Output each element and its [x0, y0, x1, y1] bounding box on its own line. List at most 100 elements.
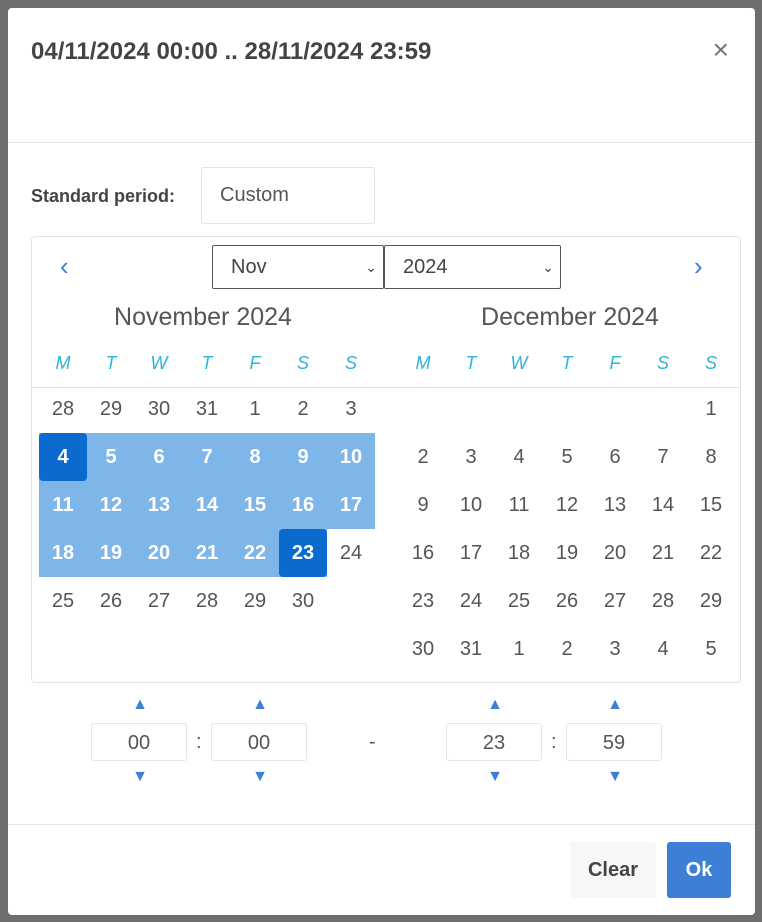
calendar-day[interactable]: 6	[135, 433, 183, 481]
calendar-day[interactable]: 3	[447, 433, 495, 481]
calendar-day[interactable]: 13	[135, 481, 183, 529]
calendar-day[interactable]: 4	[639, 625, 687, 673]
calendar-day[interactable]: 9	[399, 481, 447, 529]
calendar-day[interactable]: 1	[687, 385, 735, 433]
calendar-day[interactable]: 11	[39, 481, 87, 529]
calendar-day[interactable]: 14	[183, 481, 231, 529]
standard-period-label: Standard period:	[31, 186, 176, 206]
calendar-day[interactable]: 3	[327, 385, 375, 433]
calendar-day[interactable]: 15	[231, 481, 279, 529]
calendar-day[interactable]: 25	[39, 577, 87, 625]
ok-button[interactable]: Ok	[667, 842, 731, 898]
calendar-day[interactable]: 29	[687, 577, 735, 625]
year-select[interactable]: 2024 ⌄	[384, 245, 561, 289]
calendar-day[interactable]: 12	[87, 481, 135, 529]
calendar-day[interactable]: 17	[447, 529, 495, 577]
calendar-day[interactable]: 11	[495, 481, 543, 529]
calendar-day[interactable]: 7	[183, 433, 231, 481]
weekday-header: T	[201, 353, 213, 373]
start-hour-down-icon[interactable]: ▼	[120, 768, 160, 786]
clear-button[interactable]: Clear	[570, 842, 656, 898]
calendar-day[interactable]: 24	[447, 577, 495, 625]
calendar-day[interactable]: 10	[327, 433, 375, 481]
chevron-down-icon: ⌄	[542, 259, 554, 275]
weekday-header: W	[150, 353, 168, 373]
calendar-day[interactable]: 7	[639, 433, 687, 481]
next-month-icon[interactable]: ›	[694, 251, 703, 282]
start-minute-up-icon[interactable]: ▲	[240, 696, 280, 714]
calendar-day[interactable]: 31	[447, 625, 495, 673]
calendar-day[interactable]: 5	[543, 433, 591, 481]
standard-period-select[interactable]: Custom	[201, 167, 375, 224]
calendar-day[interactable]: 15	[687, 481, 735, 529]
calendar-day[interactable]: 1	[231, 385, 279, 433]
end-minute-down-icon[interactable]: ▼	[595, 768, 635, 786]
calendar-day[interactable]: 22	[687, 529, 735, 577]
month-select[interactable]: Nov ⌄	[212, 245, 384, 289]
calendar-day[interactable]: 10	[447, 481, 495, 529]
calendar-day[interactable]: 19	[543, 529, 591, 577]
calendar-day[interactable]: 28	[39, 385, 87, 433]
prev-month-icon[interactable]: ‹	[60, 251, 69, 282]
calendar-day[interactable]: 18	[495, 529, 543, 577]
calendar-day[interactable]: 4	[495, 433, 543, 481]
calendar-day[interactable]: 30	[279, 577, 327, 625]
weekday-header: T	[465, 353, 477, 373]
calendar-day[interactable]: 5	[87, 433, 135, 481]
end-hour-up-icon[interactable]: ▲	[475, 696, 515, 714]
calendar-day[interactable]: 2	[543, 625, 591, 673]
calendar-day[interactable]: 20	[135, 529, 183, 577]
calendar-day[interactable]: 8	[231, 433, 279, 481]
weekday-header: M	[415, 353, 431, 373]
start-hour-input[interactable]: 00	[91, 723, 187, 761]
calendar-day[interactable]: 20	[591, 529, 639, 577]
calendar-day[interactable]: 16	[399, 529, 447, 577]
start-minute-input[interactable]: 00	[211, 723, 307, 761]
calendar-day[interactable]: 17	[327, 481, 375, 529]
calendar-day[interactable]: 4	[39, 433, 87, 481]
date-range-dialog: 04/11/2024 00:00 .. 28/11/2024 23:59 × S…	[8, 8, 755, 915]
end-hour-input[interactable]: 23	[446, 723, 542, 761]
calendar-day[interactable]: 2	[279, 385, 327, 433]
calendar-day[interactable]: 21	[639, 529, 687, 577]
calendar-day[interactable]: 26	[87, 577, 135, 625]
calendar-day[interactable]: 1	[495, 625, 543, 673]
calendar-day[interactable]: 23	[279, 529, 327, 577]
calendar-day[interactable]: 21	[183, 529, 231, 577]
calendar-day[interactable]: 14	[639, 481, 687, 529]
weekday-header: T	[561, 353, 573, 373]
calendar-day[interactable]: 2	[399, 433, 447, 481]
calendar-day[interactable]: 13	[591, 481, 639, 529]
calendar-day[interactable]: 3	[591, 625, 639, 673]
calendar-day[interactable]: 26	[543, 577, 591, 625]
calendar-day[interactable]: 29	[87, 385, 135, 433]
end-minute-input[interactable]: 59	[566, 723, 662, 761]
end-minute-up-icon[interactable]: ▲	[595, 696, 635, 714]
calendar-day[interactable]: 27	[591, 577, 639, 625]
calendar-day[interactable]: 27	[135, 577, 183, 625]
calendar-day[interactable]: 16	[279, 481, 327, 529]
start-hour-up-icon[interactable]: ▲	[120, 696, 160, 714]
end-hour-down-icon[interactable]: ▼	[475, 768, 515, 786]
calendar-day[interactable]: 18	[39, 529, 87, 577]
start-minute-down-icon[interactable]: ▼	[240, 768, 280, 786]
calendar-day[interactable]: 5	[687, 625, 735, 673]
calendar-day[interactable]: 25	[495, 577, 543, 625]
calendar-day[interactable]: 9	[279, 433, 327, 481]
calendar-day[interactable]: 29	[231, 577, 279, 625]
calendar-day[interactable]: 6	[591, 433, 639, 481]
calendar-day[interactable]: 24	[327, 529, 375, 577]
calendar-day[interactable]: 8	[687, 433, 735, 481]
calendar-day[interactable]: 28	[183, 577, 231, 625]
calendar-day[interactable]: 12	[543, 481, 591, 529]
calendar-day[interactable]: 30	[399, 625, 447, 673]
calendar-day[interactable]: 31	[183, 385, 231, 433]
footer-divider	[8, 824, 755, 825]
calendar-day[interactable]: 30	[135, 385, 183, 433]
calendar-day[interactable]: 28	[639, 577, 687, 625]
close-icon[interactable]: ×	[713, 36, 729, 64]
weekday-header: W	[510, 353, 528, 373]
calendar-day[interactable]: 19	[87, 529, 135, 577]
calendar-day[interactable]: 22	[231, 529, 279, 577]
calendar-day[interactable]: 23	[399, 577, 447, 625]
